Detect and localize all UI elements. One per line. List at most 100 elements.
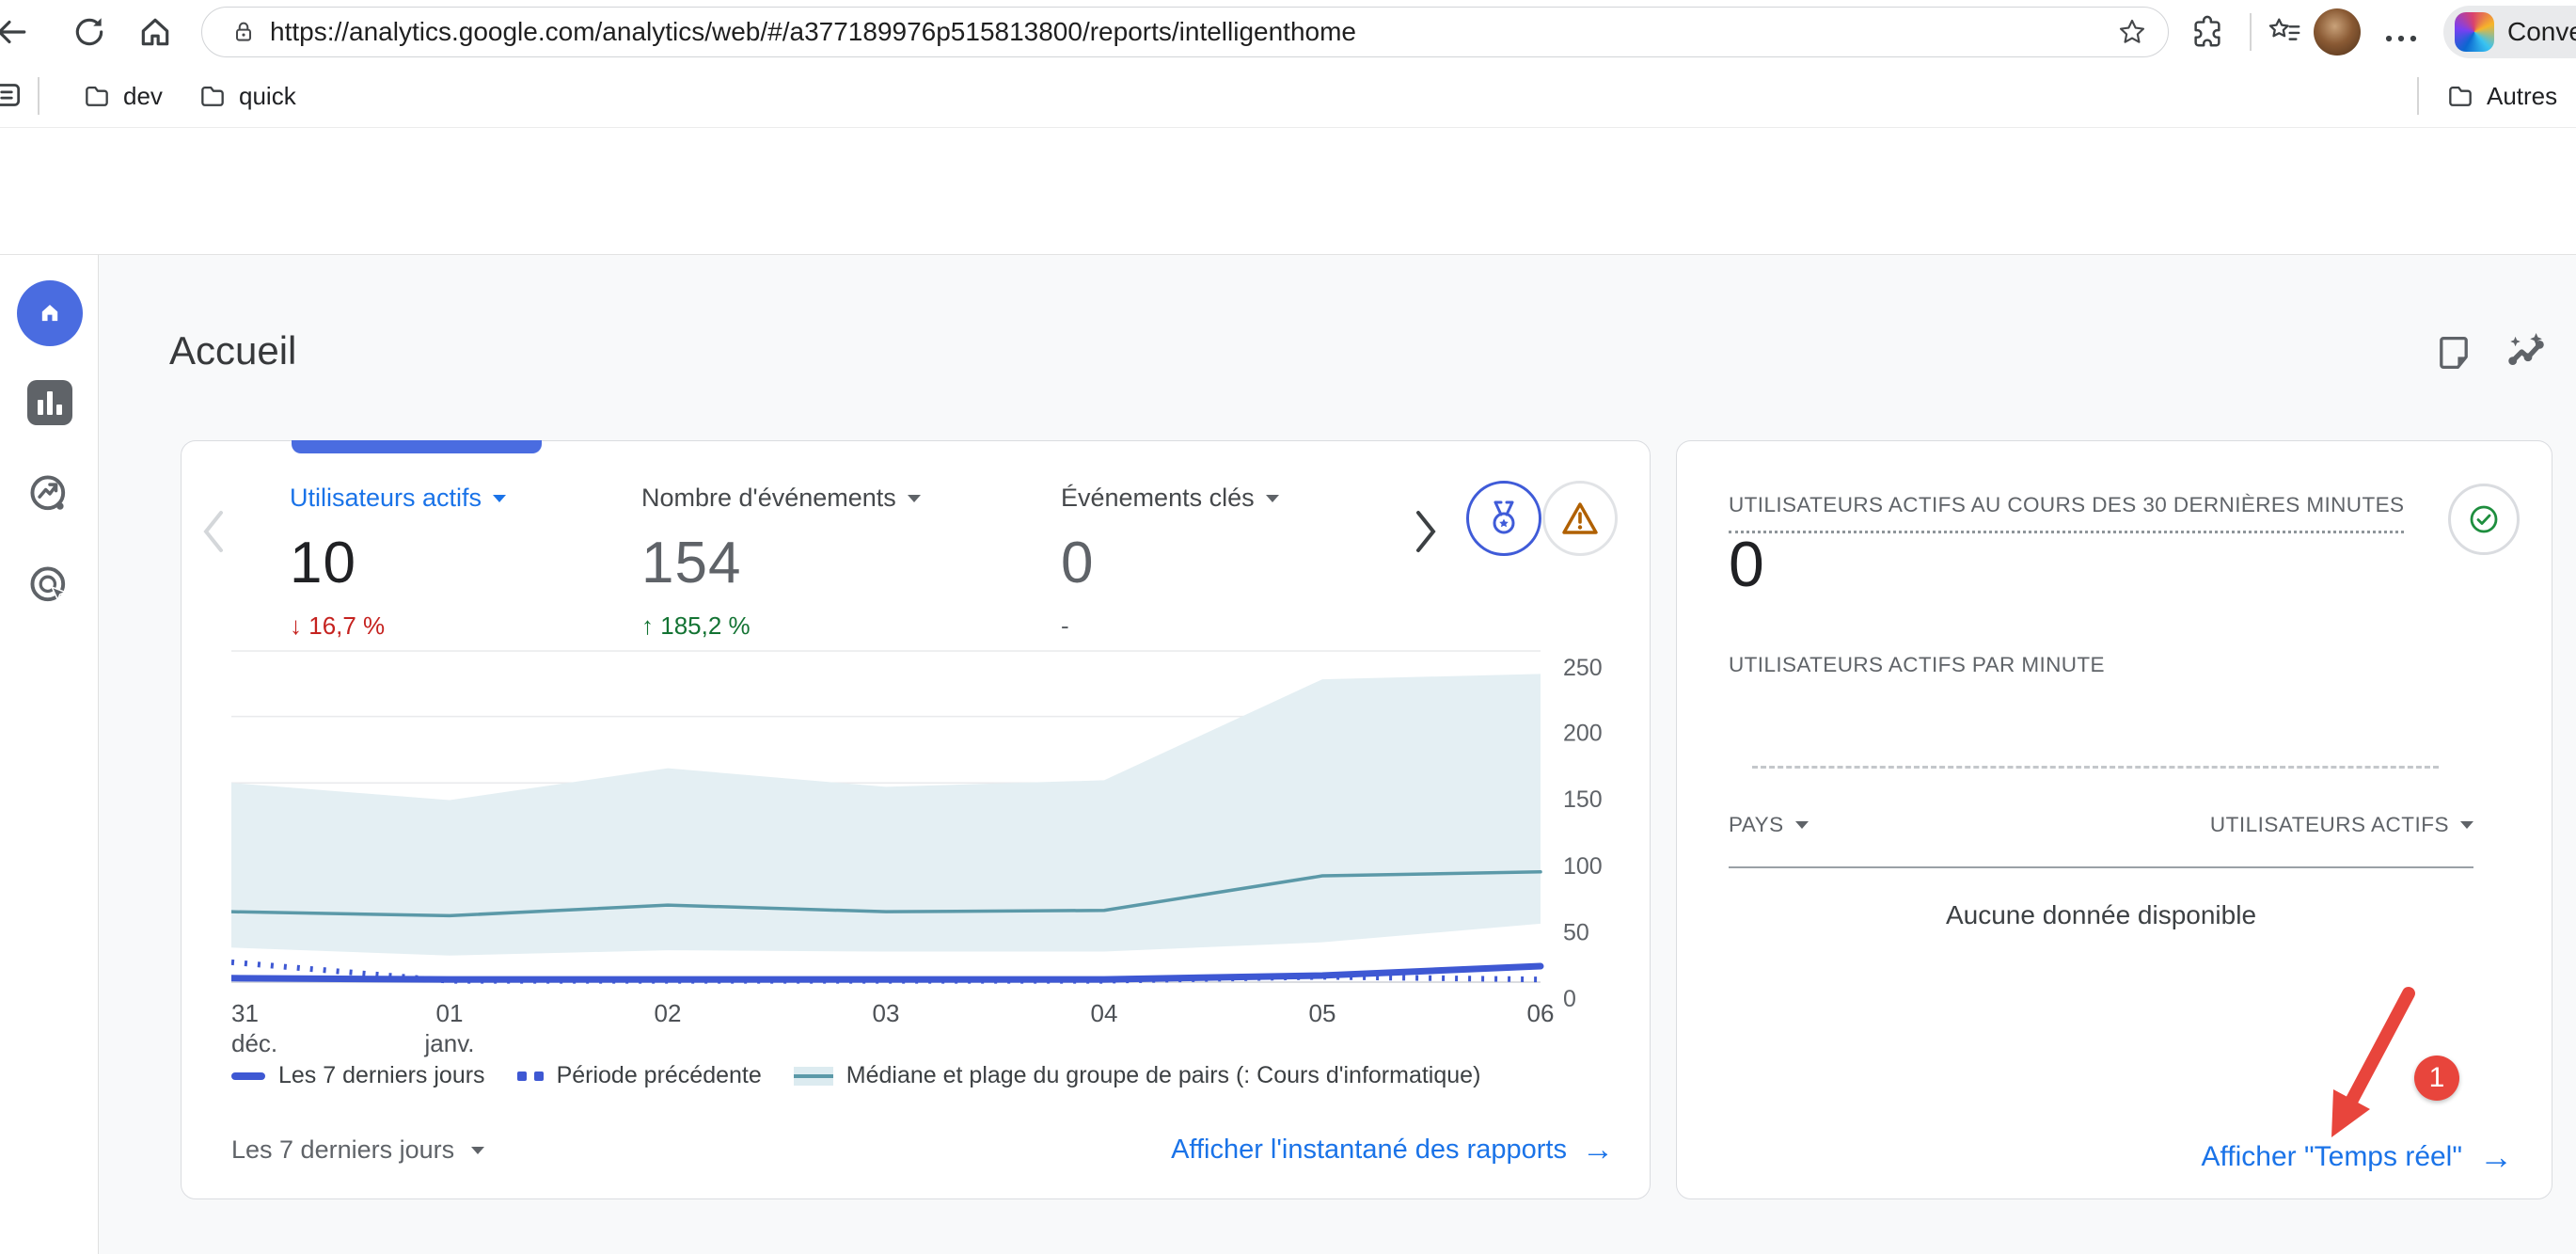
advertising-icon	[27, 564, 72, 609]
bookmark-label: quick	[239, 82, 296, 111]
legend-current-period: Les 7 derniers jours	[231, 1062, 485, 1089]
solid-line-swatch	[231, 1072, 265, 1080]
metric-event-count: Nombre d'événements 154 ↑ 185,2 %	[641, 484, 980, 641]
link-label: Afficher "Temps réel"	[2201, 1141, 2462, 1173]
other-bookmarks-folder[interactable]: Autres	[2445, 77, 2557, 115]
metric-value: 154	[641, 530, 980, 596]
svg-text:0: 0	[1563, 986, 1576, 1012]
back-icon[interactable]	[0, 14, 28, 50]
period-selector[interactable]: Les 7 derniers jours	[231, 1135, 484, 1165]
band-swatch	[794, 1067, 833, 1086]
annotation-step-badge: 1	[2414, 1056, 2459, 1101]
metric-delta: -	[1061, 611, 1399, 641]
browser-profile-avatar[interactable]	[2314, 8, 2361, 56]
chevron-down-icon	[471, 1147, 484, 1154]
chevron-down-icon	[908, 495, 921, 502]
realtime-status-badge	[2448, 484, 2520, 555]
nav-reports[interactable]	[0, 380, 99, 425]
medal-icon	[1482, 497, 1525, 540]
chart-legend: Les 7 derniers jours Période précédente …	[231, 1062, 1480, 1089]
home-icon[interactable]	[137, 14, 173, 50]
check-circle-icon	[2465, 500, 2503, 538]
metric-label: Événements clés	[1061, 484, 1255, 513]
bookmark-folder-quick[interactable]: quick	[198, 77, 296, 115]
period-selector-label: Les 7 derniers jours	[231, 1135, 454, 1165]
reports-icon	[27, 380, 72, 425]
legend-peer-group: Médiane et plage du groupe de pairs (: C…	[794, 1062, 1481, 1089]
metric-selector[interactable]: Événements clés	[1061, 484, 1399, 513]
browser-window: Conve dev quick Autres Analytics Tous le…	[0, 0, 2576, 1254]
dotted-line-swatch	[517, 1071, 544, 1081]
per-minute-baseline	[1752, 766, 2439, 769]
realtime-table-header: PAYS UTILISATEURS ACTIFS	[1729, 813, 2473, 837]
svg-text:03: 03	[873, 999, 900, 1027]
svg-text:janv.: janv.	[424, 1029, 475, 1057]
active-users-column-header[interactable]: UTILISATEURS ACTIFS	[2210, 813, 2473, 837]
realtime-report-link[interactable]: Afficher "Temps réel" →	[2201, 1137, 2513, 1177]
carousel-chevron-left-icon[interactable]	[197, 507, 230, 556]
svg-text:200: 200	[1563, 721, 1603, 747]
folder-icon	[198, 81, 228, 111]
carousel-scroll-indicator[interactable]	[292, 440, 542, 453]
metric-value: 0	[1061, 530, 1399, 596]
url-input[interactable]	[270, 17, 2117, 47]
copilot-label: Conve	[2507, 17, 2576, 47]
warning-triangle-icon	[1558, 497, 1602, 540]
metric-value: 10	[290, 530, 628, 596]
overview-card: Utilisateurs actifs 10 ↓ 16,7 % Nombre d…	[181, 440, 1651, 1199]
bookmark-label: dev	[123, 82, 163, 111]
reports-snapshot-link[interactable]: Afficher l'instantané des rapports →	[1171, 1132, 1614, 1168]
benchmark-medal-badge[interactable]	[1466, 481, 1541, 556]
metric-selector[interactable]: Nombre d'événements	[641, 484, 980, 513]
other-bookmarks-label: Autres	[2487, 82, 2557, 111]
svg-text:05: 05	[1309, 999, 1336, 1027]
arrow-right-icon: →	[1582, 1132, 1614, 1168]
refresh-icon[interactable]	[71, 14, 107, 50]
folder-icon	[2445, 81, 2475, 111]
home-active-icon	[17, 280, 83, 346]
metric-selector[interactable]: Utilisateurs actifs	[290, 484, 628, 513]
nav-home[interactable]	[0, 280, 99, 346]
toolbar-divider	[2250, 13, 2252, 51]
metric-key-events: Événements clés 0 -	[1061, 484, 1399, 641]
legend-label: Médiane et plage du groupe de pairs (: C…	[846, 1062, 1481, 1089]
country-column-header[interactable]: PAYS	[1729, 813, 1809, 837]
svg-text:02: 02	[655, 999, 682, 1027]
chevron-down-icon	[1795, 821, 1809, 829]
insights-icon[interactable]	[2506, 332, 2548, 373]
trend-up-icon: ↑	[641, 611, 654, 640]
svg-text:100: 100	[1563, 853, 1603, 880]
trend-chart: 05010015020025031déc.01janv.0203040506	[231, 650, 1642, 1057]
legend-previous-period: Période précédente	[517, 1062, 762, 1089]
favorites-list-icon[interactable]	[2267, 14, 2302, 50]
svg-text:31: 31	[231, 999, 259, 1027]
svg-text:150: 150	[1563, 786, 1603, 813]
metric-label: Nombre d'événements	[641, 484, 896, 513]
empty-state-text: Aucune donnée disponible	[1729, 900, 2473, 930]
favorite-star-icon[interactable]	[2117, 17, 2147, 47]
more-options-icon[interactable]	[2383, 21, 2419, 56]
arrow-right-icon: →	[2479, 1137, 2513, 1177]
data-warning-badge[interactable]	[1542, 481, 1618, 556]
extensions-puzzle-icon[interactable]	[2189, 14, 2225, 50]
metric-carousel: Utilisateurs actifs 10 ↓ 16,7 % Nombre d…	[290, 484, 1399, 643]
metric-label: Utilisateurs actifs	[290, 484, 482, 513]
table-divider	[1729, 866, 2473, 868]
browser-toolbar: Conve	[0, 0, 2576, 64]
collections-icon[interactable]	[0, 77, 24, 113]
chevron-down-icon	[2460, 821, 2473, 829]
note-icon[interactable]	[2433, 332, 2474, 373]
carousel-chevron-right-icon[interactable]	[1409, 507, 1443, 556]
address-bar[interactable]	[201, 7, 2169, 57]
realtime-card: UTILISATEURS ACTIFS AU COURS DES 30 DERN…	[1676, 440, 2552, 1199]
svg-text:01: 01	[436, 999, 464, 1027]
bookmarks-divider	[38, 77, 40, 115]
page-title: Accueil	[169, 328, 296, 373]
nav-advertising[interactable]	[0, 564, 99, 609]
nav-explore[interactable]	[0, 472, 99, 517]
chevron-down-icon	[493, 495, 506, 502]
svg-text:déc.: déc.	[231, 1029, 277, 1057]
bookmark-folder-dev[interactable]: dev	[82, 77, 163, 115]
folder-icon	[82, 81, 112, 111]
copilot-button[interactable]: Conve	[2443, 6, 2576, 58]
